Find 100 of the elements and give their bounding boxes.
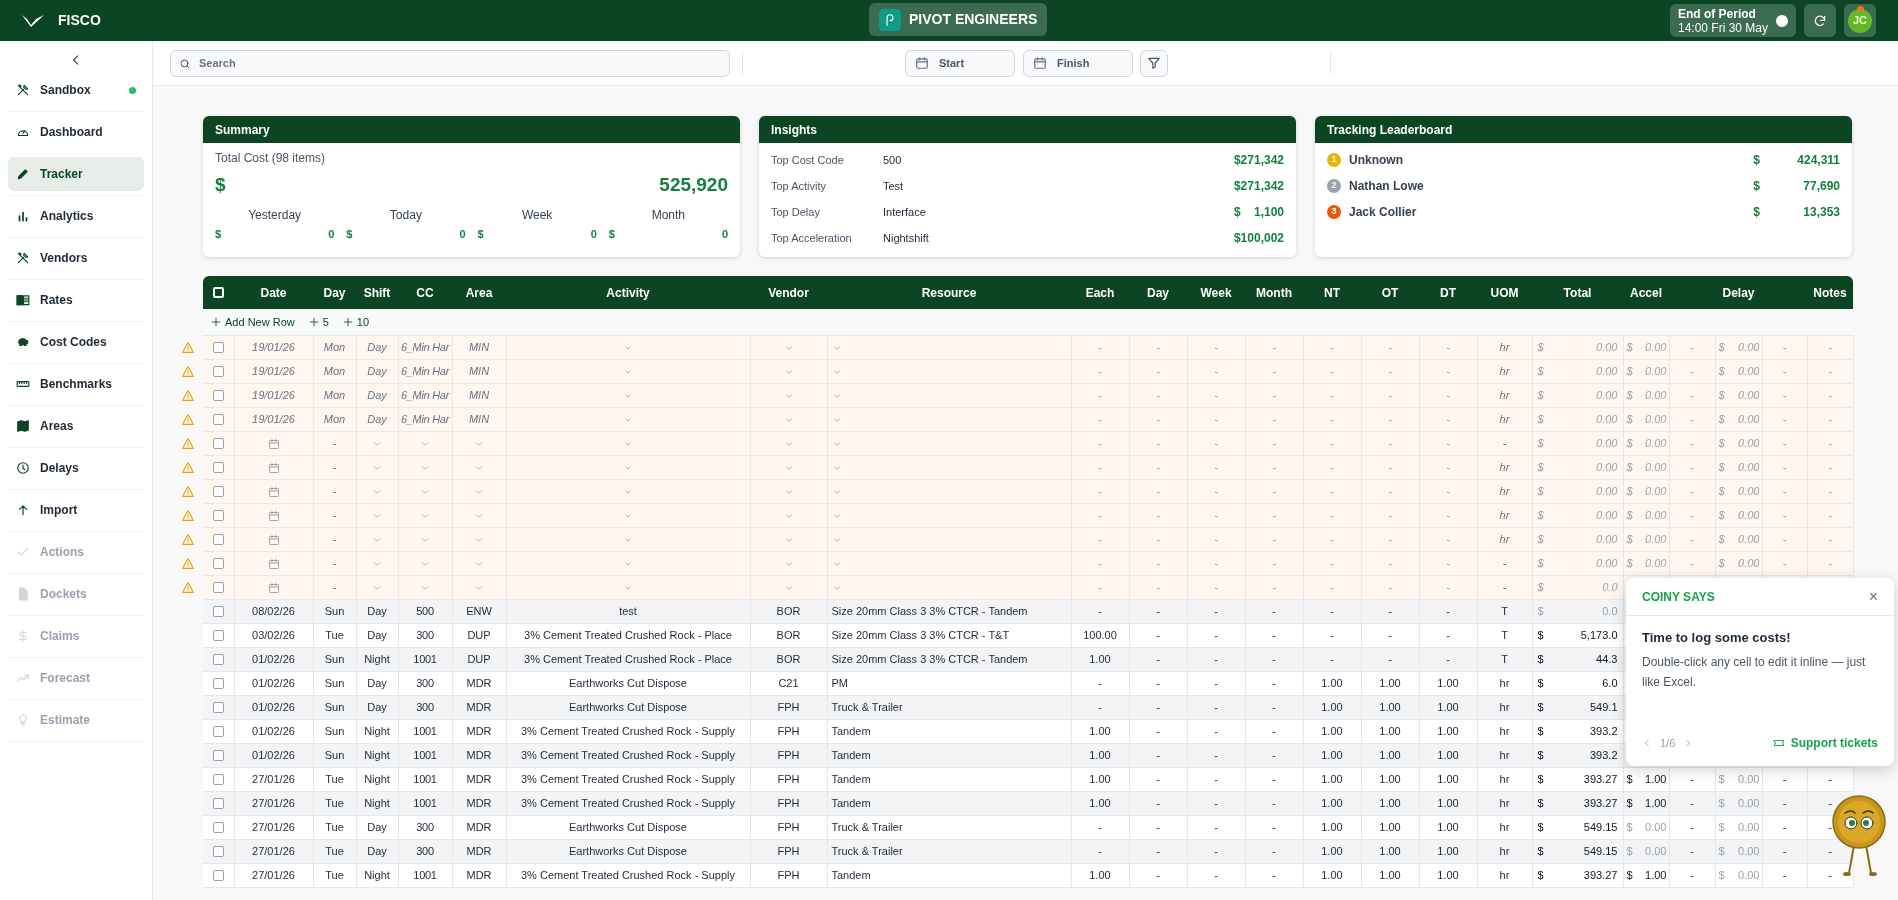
sidebar-item[interactable]: Rates [8, 283, 144, 317]
amount-text: 393.27 [1583, 795, 1618, 811]
currency-symbol: $ [1537, 627, 1544, 643]
sidebar-item[interactable]: Import [8, 493, 144, 527]
table-cell: - [1782, 340, 1787, 353]
amount-text: 549.1 [1589, 699, 1618, 715]
checkbox[interactable] [212, 749, 224, 761]
table-cell: - [1828, 844, 1832, 857]
currency-symbol: $ [1537, 435, 1544, 451]
currency-symbol: $ [1537, 867, 1544, 883]
table-cell: 27/01/26 [252, 772, 295, 785]
table-cell: - [1098, 580, 1102, 593]
sidebar-item[interactable]: Areas [8, 409, 144, 443]
amount-text: 0.00 [1596, 363, 1618, 379]
sidebar-item[interactable]: Analytics [8, 199, 144, 233]
amount-text: 0.00 [1738, 507, 1760, 523]
checkbox[interactable] [212, 533, 224, 545]
checkbox[interactable] [212, 677, 224, 689]
add-row-button[interactable]: 10 [342, 313, 370, 330]
checkbox[interactable] [212, 341, 224, 353]
sidebar-item[interactable]: Tracker [8, 157, 144, 191]
checkbox[interactable] [212, 509, 224, 521]
table-cell: 1.00 [1437, 868, 1459, 881]
currency-symbol: $ [1753, 152, 1760, 169]
sidebar-item[interactable]: Vendors [8, 241, 144, 275]
currency-symbol: $ [1718, 843, 1725, 859]
table-cell: hr [1499, 508, 1510, 521]
table-cell: T [1501, 628, 1508, 641]
table-cell: - [1828, 340, 1832, 353]
checkbox[interactable] [212, 773, 224, 785]
table-cell: - [1272, 364, 1276, 377]
currency-symbol: $ [1718, 819, 1725, 835]
table-cell: - [1156, 676, 1160, 689]
table-cell: - [1446, 580, 1450, 593]
checkbox[interactable] [212, 437, 224, 449]
table-cell: 1.00 [1321, 868, 1343, 881]
checkbox[interactable] [212, 461, 224, 473]
amount-text: 1.00 [1645, 771, 1667, 787]
add-row-button[interactable]: Add New Row [211, 313, 295, 330]
calendar-icon [267, 437, 280, 450]
table-cell: - [1690, 556, 1694, 569]
table-cell: - [1214, 844, 1218, 857]
table-cell: MDR [466, 748, 492, 761]
checkbox[interactable] [212, 581, 224, 593]
table-cell: - [1330, 388, 1334, 401]
table-cell: - [1272, 772, 1276, 785]
date-button[interactable]: Finish [1023, 49, 1133, 77]
table-cell: - [1330, 652, 1334, 665]
calendar-icon [267, 509, 280, 522]
sidebar-item[interactable]: Cost Codes [8, 325, 144, 359]
table-cell: - [1446, 484, 1450, 497]
search-field[interactable]: Search [170, 49, 730, 77]
checkbox[interactable] [212, 797, 224, 809]
table-cell: Truck & Trailer [831, 700, 903, 713]
checkbox[interactable] [212, 845, 224, 857]
checkbox[interactable] [212, 557, 224, 569]
period-label: Week [520, 206, 554, 224]
insight-label: Top Activity [771, 178, 828, 194]
table-cell: 1.00 [1437, 748, 1459, 761]
table-cell: 03/02/26 [252, 628, 295, 641]
amount-text: 549.15 [1583, 843, 1618, 859]
table-cell: - [1156, 748, 1160, 761]
column-header: Month [1245, 276, 1303, 309]
sidebar-item[interactable]: Benchmarks [8, 367, 144, 401]
table-cell: 19/01/26 [252, 388, 295, 401]
checkbox[interactable] [212, 389, 224, 401]
checkbox[interactable] [212, 605, 224, 617]
table-cell: 300 [416, 700, 434, 713]
table-cell: - [1098, 340, 1102, 353]
sidebar-item[interactable]: Dashboard [8, 115, 144, 149]
checkbox[interactable] [212, 725, 224, 737]
checkbox[interactable] [212, 485, 224, 497]
date-button[interactable]: Start [905, 49, 1015, 77]
currency-symbol: $ [1753, 204, 1760, 221]
previous-button[interactable] [1642, 738, 1652, 748]
currency-symbol: $ [1753, 178, 1760, 195]
refresh-button[interactable] [1804, 4, 1836, 37]
checkbox[interactable] [212, 869, 224, 881]
insight-label: Top Cost Code [771, 152, 845, 168]
checkbox[interactable] [212, 701, 224, 713]
sidebar-item[interactable]: Sandbox [8, 73, 144, 107]
table-cell: - [1214, 748, 1218, 761]
table-cell: MDR [466, 700, 492, 713]
table-cell: 1001 [413, 796, 437, 809]
close-button[interactable]: × [1868, 588, 1878, 605]
filter-button[interactable] [1140, 49, 1168, 77]
currency-symbol: $ [1718, 459, 1725, 475]
checkbox[interactable] [212, 365, 224, 377]
table-cell: - [1502, 436, 1507, 449]
table-cell: Tandem [831, 748, 871, 761]
add-row-button[interactable]: 5 [308, 313, 329, 330]
checkbox[interactable] [212, 653, 224, 665]
checkbox[interactable] [212, 629, 224, 641]
table-cell: Day [367, 700, 387, 713]
table-cell: - [1272, 700, 1276, 713]
currency-symbol: $ [1626, 363, 1633, 379]
checkbox[interactable] [212, 821, 224, 833]
checkbox[interactable] [212, 413, 224, 425]
sidebar-item[interactable]: Delays [8, 451, 144, 485]
amount-text: 0.00 [1738, 819, 1760, 835]
